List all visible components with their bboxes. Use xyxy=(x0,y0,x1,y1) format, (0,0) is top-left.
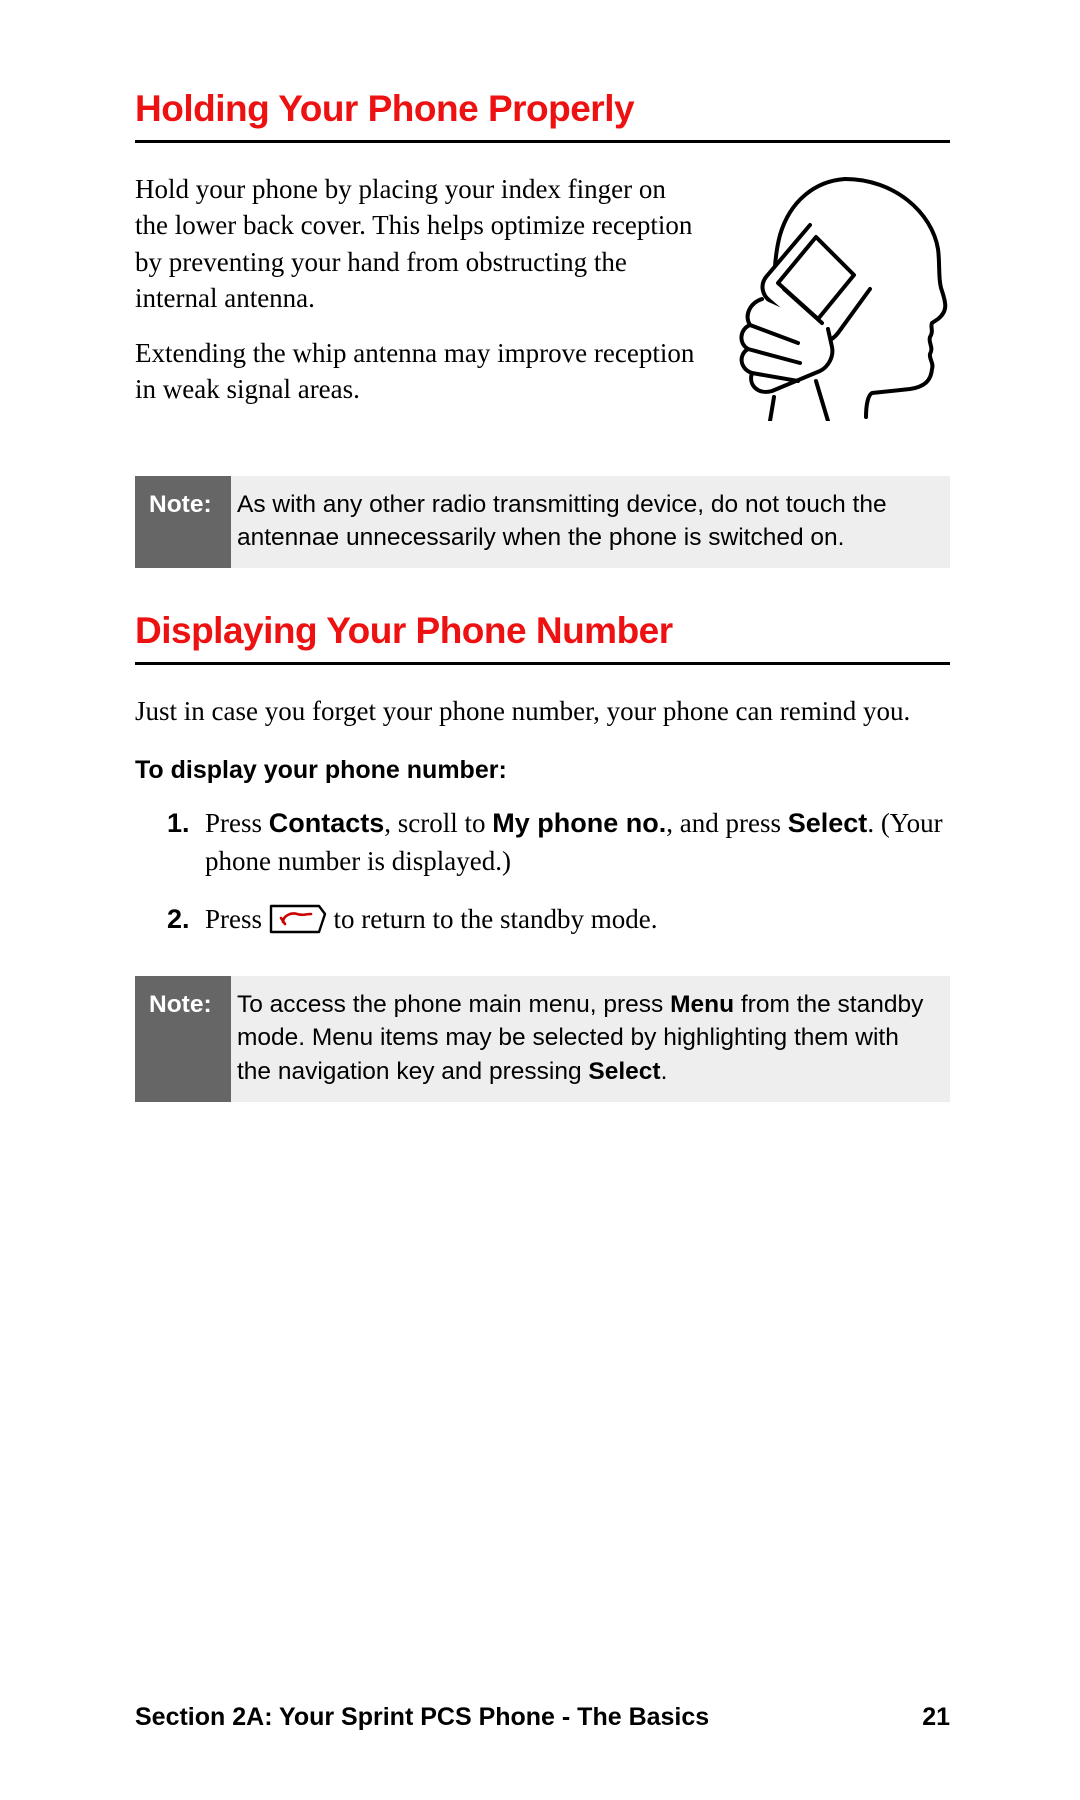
page-footer: Section 2A: Your Sprint PCS Phone - The … xyxy=(135,1703,950,1732)
note-label-2: Note: xyxy=(135,976,231,1101)
row-holding: Hold your phone by placing your index fi… xyxy=(135,171,950,426)
footer-section: Section 2A: Your Sprint PCS Phone - The … xyxy=(135,1703,709,1732)
note-antenna-text: As with any other radio transmitting dev… xyxy=(231,476,950,568)
footer-page: 21 xyxy=(922,1703,950,1732)
note2-post: . xyxy=(661,1058,668,1085)
step-2: Press to return to the standby mode. xyxy=(167,901,950,939)
step1-b1: Contacts xyxy=(269,808,385,838)
step1-mid1: , scroll to xyxy=(384,808,492,838)
step1-b2: My phone no. xyxy=(492,808,666,838)
note-label: Note: xyxy=(135,476,231,568)
holding-text: Hold your phone by placing your index fi… xyxy=(135,171,702,426)
note-menu-text: To access the phone main menu, press Men… xyxy=(231,976,950,1101)
end-key-icon xyxy=(269,904,327,934)
step1-b3: Select xyxy=(788,808,868,838)
holding-p1: Hold your phone by placing your index fi… xyxy=(135,171,702,317)
display-subhead: To display your phone number: xyxy=(135,756,950,785)
step-1: Press Contacts, scroll to My phone no., … xyxy=(167,805,950,881)
phone-head-illustration xyxy=(720,171,950,421)
note-menu: Note: To access the phone main menu, pre… xyxy=(135,976,950,1101)
heading-holding: Holding Your Phone Properly xyxy=(135,88,950,143)
phone-head-icon xyxy=(720,171,950,421)
step1-mid2: , and press xyxy=(666,808,787,838)
note-antenna: Note: As with any other radio transmitti… xyxy=(135,476,950,568)
display-intro: Just in case you forget your phone numbe… xyxy=(135,693,950,730)
heading-display-number: Displaying Your Phone Number xyxy=(135,610,950,665)
steps-list: Press Contacts, scroll to My phone no., … xyxy=(167,805,950,938)
step2-post: to return to the standby mode. xyxy=(327,904,658,934)
holding-p2: Extending the whip antenna may improve r… xyxy=(135,335,702,408)
step1-pre: Press xyxy=(205,808,269,838)
note2-b1: Menu xyxy=(670,991,734,1018)
step2-pre: Press xyxy=(205,904,269,934)
note2-b2: Select xyxy=(588,1058,660,1085)
note2-pre: To access the phone main menu, press xyxy=(237,991,670,1018)
